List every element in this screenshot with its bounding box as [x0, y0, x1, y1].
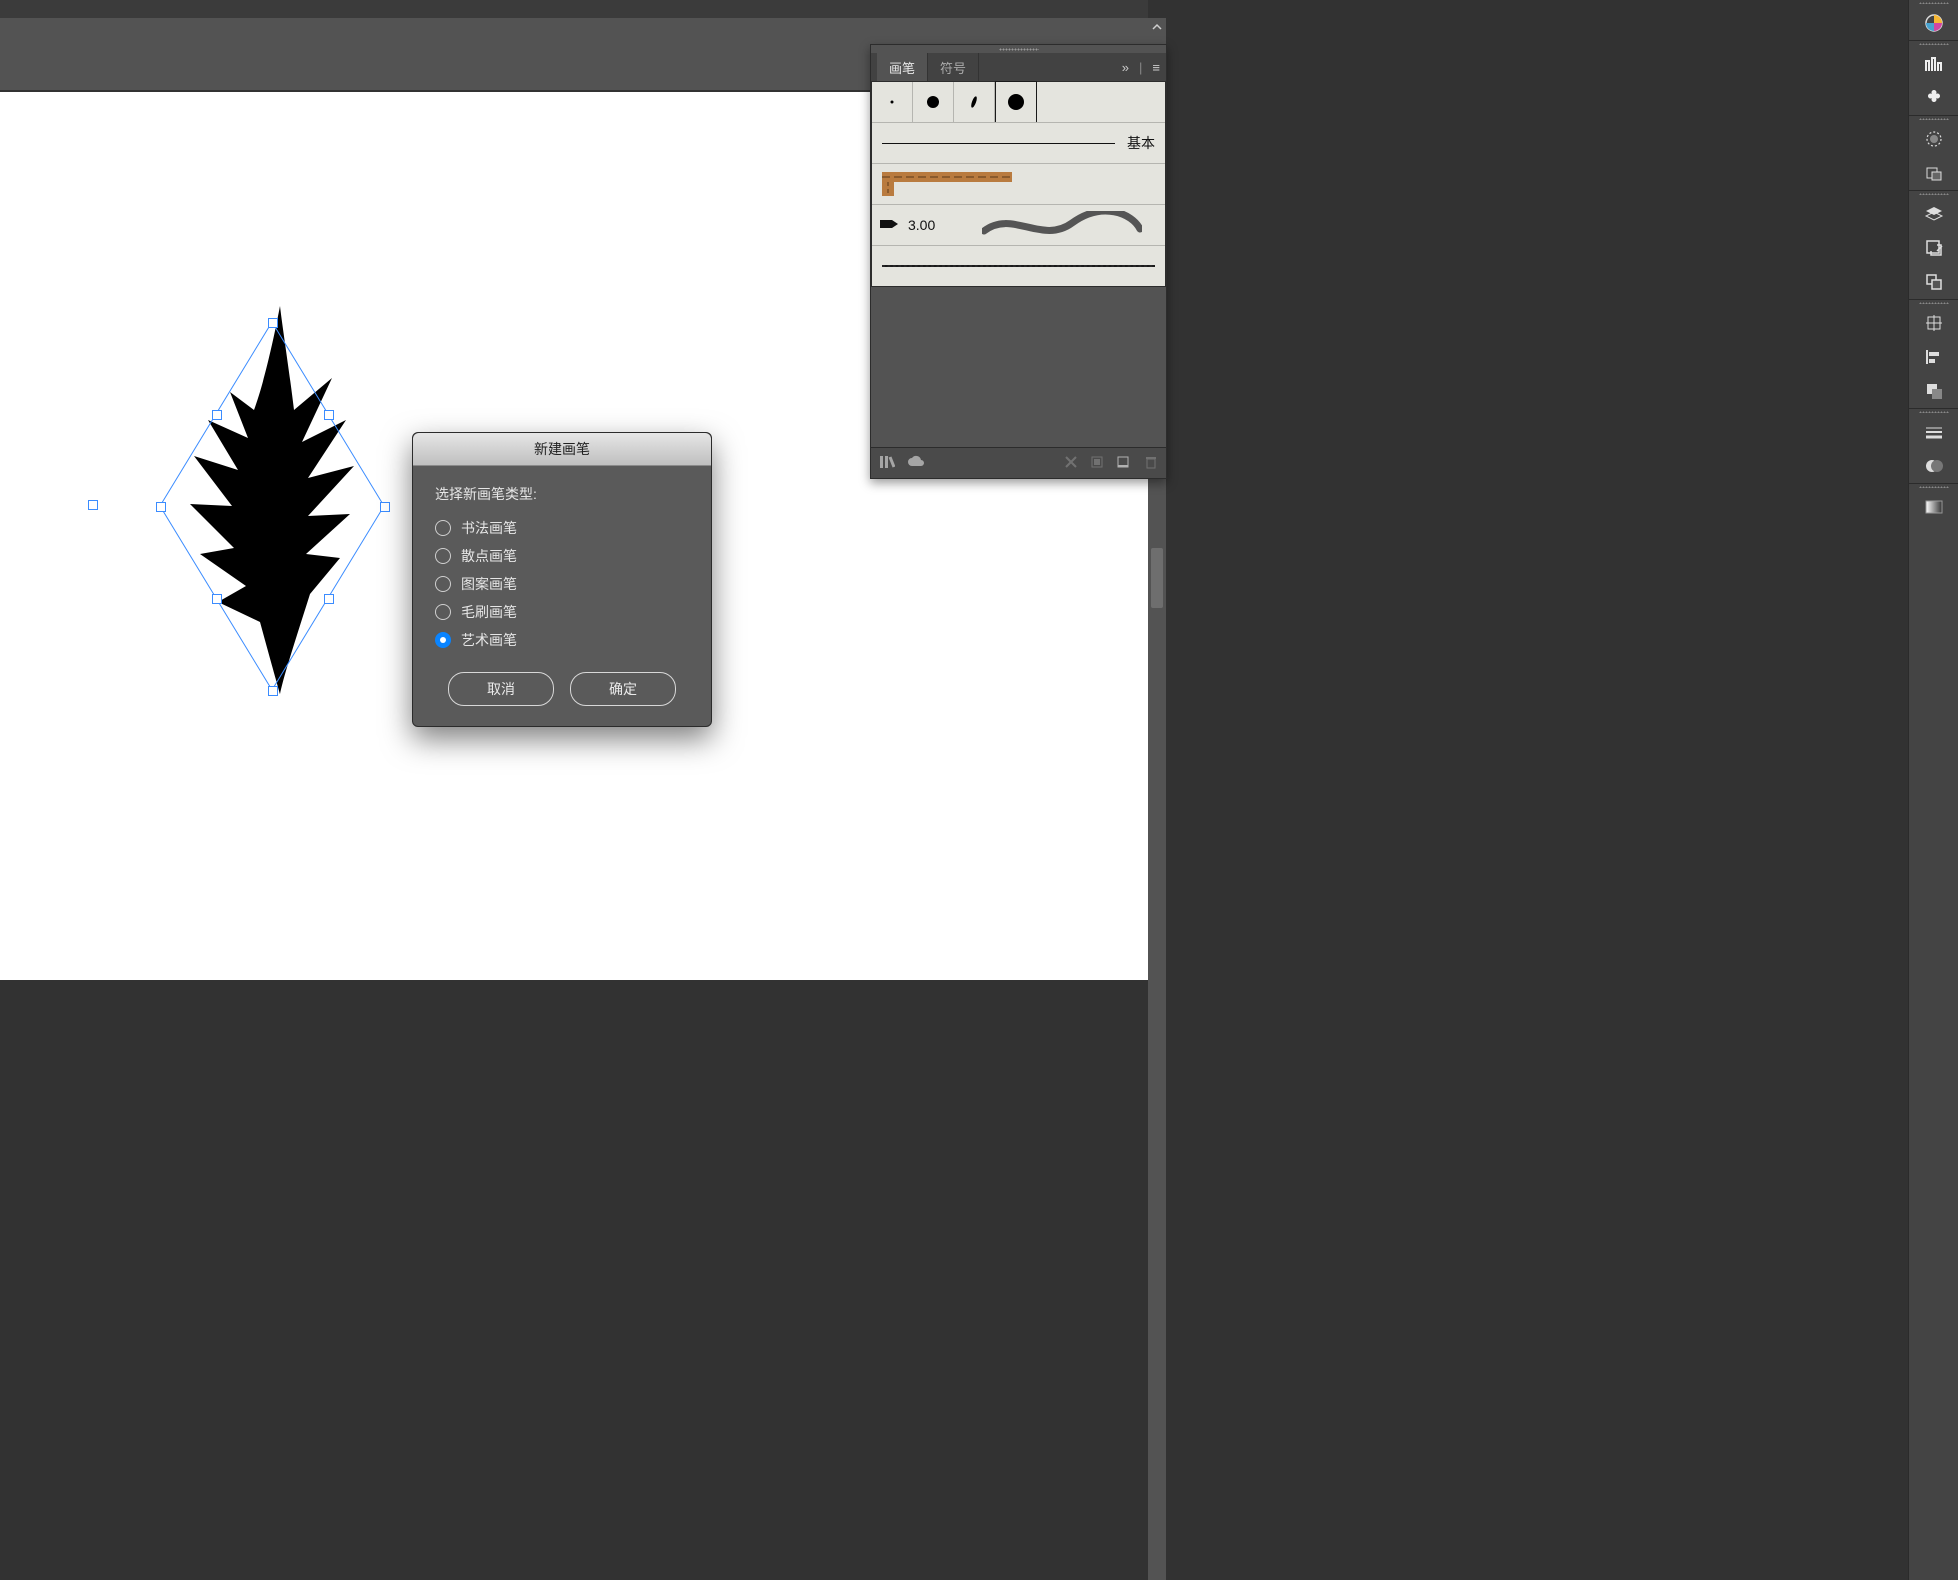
new-brush-dialog: 新建画笔 选择新画笔类型: 书法画笔 散点画笔 图案画笔 毛刷画笔 艺术画笔 取…: [412, 432, 712, 727]
dialog-title[interactable]: 新建画笔: [413, 433, 711, 466]
brushes-panel-icon[interactable]: [1909, 47, 1958, 81]
radio-icon: [435, 604, 451, 620]
radio-label: 图案画笔: [461, 574, 517, 594]
color-picker-icon[interactable]: [1909, 6, 1958, 40]
radio-label: 艺术画笔: [461, 630, 517, 650]
brush-swatch[interactable]: [913, 82, 954, 122]
panel-empty-area: [871, 287, 1166, 447]
scroll-up-icon[interactable]: [1148, 18, 1166, 36]
selection-handle[interactable]: [212, 594, 222, 604]
ok-button[interactable]: 确定: [570, 672, 676, 706]
transparency-panel-icon[interactable]: [1909, 449, 1958, 483]
brush-size-value: 3.00: [908, 217, 935, 233]
selection-handle[interactable]: [212, 410, 222, 420]
appearance-panel-icon[interactable]: [1909, 122, 1958, 156]
radio-icon: [435, 632, 451, 648]
selection-handle[interactable]: [380, 502, 390, 512]
collapse-panel-icon[interactable]: »: [1122, 60, 1129, 75]
cancel-button[interactable]: 取消: [448, 672, 554, 706]
graphic-styles-panel-icon[interactable]: [1909, 156, 1958, 190]
layers-panel-icon[interactable]: [1909, 197, 1958, 231]
align-panel-icon[interactable]: [1909, 340, 1958, 374]
brush-libraries-icon[interactable]: [879, 455, 895, 472]
selection-handle[interactable]: [156, 502, 166, 512]
radio-calligraphic-brush[interactable]: 书法画笔: [435, 518, 689, 538]
selection-bounds: [82, 316, 402, 696]
brush-row-pattern[interactable]: [872, 163, 1165, 204]
panel-dock: [1908, 0, 1958, 1580]
selection-handle[interactable]: [324, 594, 334, 604]
brush-tip-icon: [880, 218, 898, 233]
radio-icon: [435, 576, 451, 592]
radio-label: 散点画笔: [461, 546, 517, 566]
radio-label: 书法画笔: [461, 518, 517, 538]
scrollbar-thumb[interactable]: [1151, 548, 1163, 608]
panel-menu-icon[interactable]: ≡: [1152, 60, 1160, 75]
artboards-panel-icon[interactable]: [1909, 231, 1958, 265]
brush-swatch[interactable]: [872, 82, 913, 122]
dialog-prompt: 选择新画笔类型:: [435, 484, 689, 504]
radio-bristle-brush[interactable]: 毛刷画笔: [435, 602, 689, 622]
selection-handle[interactable]: [324, 410, 334, 420]
radio-label: 毛刷画笔: [461, 602, 517, 622]
brush-row-charcoal[interactable]: [872, 245, 1165, 286]
brush-label: 基本: [1127, 133, 1155, 153]
transform-panel-icon[interactable]: [1909, 306, 1958, 340]
brush-row-basic[interactable]: 基本: [872, 122, 1165, 163]
tab-brushes[interactable]: 画笔: [877, 53, 928, 81]
panel-tab-bar: 画笔 符号 » | ≡: [871, 53, 1166, 81]
brush-wave-preview: [982, 211, 1142, 239]
new-brush-icon[interactable]: [1116, 455, 1132, 472]
panel-grip[interactable]: [871, 45, 1166, 53]
symbols-panel-icon[interactable]: [1909, 81, 1958, 115]
panel-footer: [871, 447, 1166, 478]
stroke-panel-icon[interactable]: [1909, 415, 1958, 449]
radio-art-brush[interactable]: 艺术画笔: [435, 630, 689, 650]
brush-row-width[interactable]: 3.00: [872, 204, 1165, 245]
window-chrome-top: [0, 0, 1148, 19]
radio-icon: [435, 548, 451, 564]
gradient-panel-icon[interactable]: [1909, 490, 1958, 524]
selection-anchor[interactable]: [88, 500, 98, 510]
remove-stroke-icon: [1064, 455, 1078, 472]
brush-list: 基本 3.00: [871, 81, 1166, 287]
panel-divider: |: [1139, 60, 1142, 75]
selection-handle[interactable]: [268, 686, 278, 696]
tab-symbols[interactable]: 符号: [928, 53, 979, 81]
radio-pattern-brush[interactable]: 图案画笔: [435, 574, 689, 594]
brush-swatch-selected[interactable]: [995, 81, 1037, 123]
brush-swatch-row: [872, 82, 1165, 122]
delete-brush-icon: [1144, 455, 1158, 472]
radio-icon: [435, 520, 451, 536]
brushes-panel: 画笔 符号 » | ≡ 基本: [870, 44, 1167, 479]
selection-handle[interactable]: [268, 318, 278, 328]
brush-options-icon: [1090, 455, 1104, 472]
brush-swatch[interactable]: [954, 82, 995, 122]
pathfinder-panel-icon[interactable]: [1909, 374, 1958, 408]
libraries-cloud-icon[interactable]: [907, 455, 925, 472]
asset-export-panel-icon[interactable]: [1909, 265, 1958, 299]
radio-scatter-brush[interactable]: 散点画笔: [435, 546, 689, 566]
